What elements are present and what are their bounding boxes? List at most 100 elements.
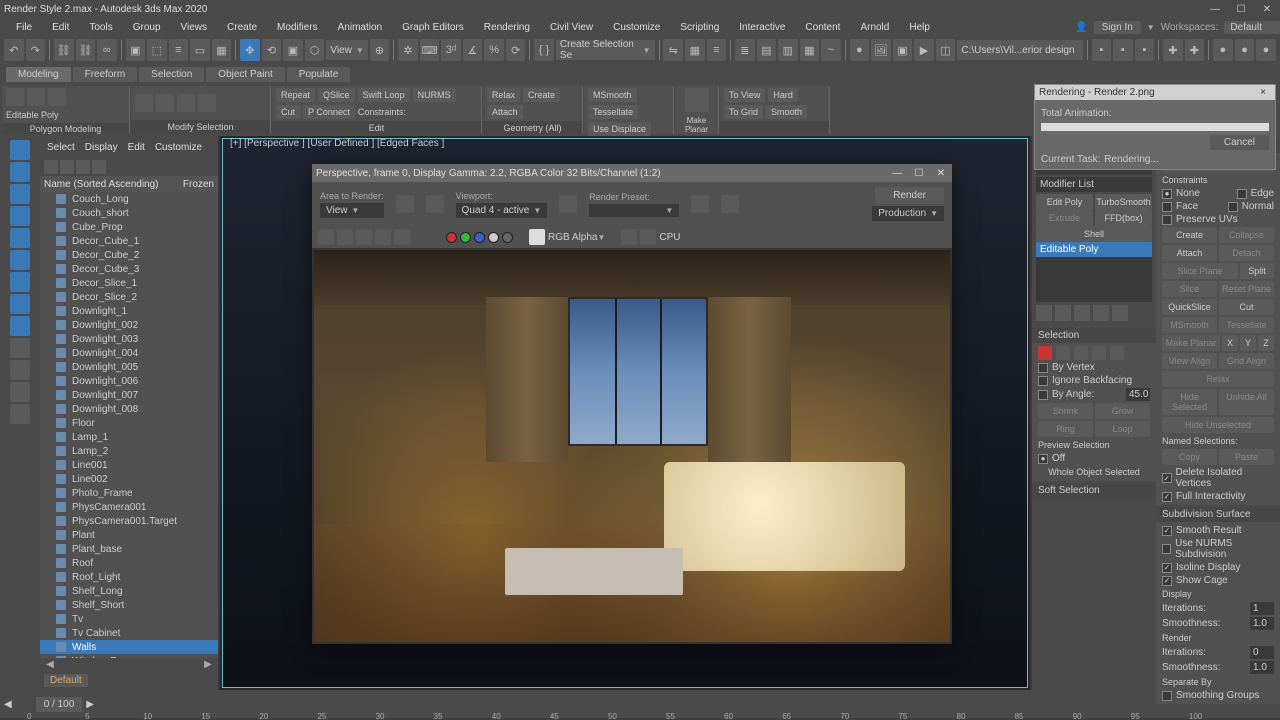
menu-tools[interactable]: Tools xyxy=(81,22,120,33)
menu-file[interactable]: File xyxy=(8,22,40,33)
se-filter-4[interactable] xyxy=(10,206,30,226)
render-button[interactable]: Render xyxy=(875,187,944,204)
quickslice-button[interactable]: QuickSlice xyxy=(1162,299,1217,315)
vertex-so-icon[interactable] xyxy=(1038,346,1052,360)
stack-pin-icon[interactable] xyxy=(1036,305,1052,321)
menu-civilview[interactable]: Civil View xyxy=(542,22,601,33)
shrink-button[interactable]: Shrink xyxy=(1038,403,1093,419)
softsel-rollout-hdr[interactable]: Soft Selection xyxy=(1038,485,1100,496)
scene-item[interactable]: Line001 xyxy=(40,458,218,472)
msmooth-button[interactable]: MSmooth xyxy=(1162,317,1217,333)
progress-cancel-button[interactable]: Cancel xyxy=(1210,135,1269,150)
se-filter-11[interactable] xyxy=(10,360,30,380)
scene-item[interactable]: Downlight_005 xyxy=(40,360,218,374)
align-button[interactable]: ≡ xyxy=(707,39,727,61)
c-face-radio[interactable] xyxy=(1162,202,1172,212)
max-button[interactable]: ☐ xyxy=(1232,4,1250,15)
menu-scripting[interactable]: Scripting xyxy=(672,22,727,33)
pct-snap-button[interactable]: % xyxy=(484,39,504,61)
menu-rendering[interactable]: Rendering xyxy=(476,22,538,33)
select-button[interactable]: ⬚ xyxy=(147,39,167,61)
scene-item[interactable]: Downlight_008 xyxy=(40,402,218,416)
loop-button[interactable]: Loop xyxy=(1095,421,1150,437)
se-filter-5[interactable] xyxy=(10,228,30,248)
angle-snap-button[interactable]: ∡ xyxy=(463,39,483,61)
tab-freeform[interactable]: Freeform xyxy=(73,67,138,82)
tab-populate[interactable]: Populate xyxy=(287,67,350,82)
spinner-snap-button[interactable]: ⟳ xyxy=(506,39,526,61)
scene-item[interactable]: Decor_Cube_1 xyxy=(40,234,218,248)
border-so-icon[interactable] xyxy=(1074,346,1088,360)
ribbon-tessellate[interactable]: Tessellate xyxy=(588,105,638,119)
preview-off-radio[interactable]: ● xyxy=(1038,454,1048,464)
menu-customize[interactable]: Customize xyxy=(605,22,668,33)
se-filter-13[interactable] xyxy=(10,404,30,424)
redo-button[interactable]: ↷ xyxy=(26,39,46,61)
render-mode-dropdown[interactable]: Production▼ xyxy=(872,206,944,221)
scene-item[interactable]: Cube_Prop xyxy=(40,220,218,234)
z-button[interactable]: Z xyxy=(1258,335,1274,351)
ribbon-qslice[interactable]: QSlice xyxy=(318,88,355,102)
renderwin-close-button[interactable]: ✕ xyxy=(934,168,948,179)
se-filter-12[interactable] xyxy=(10,382,30,402)
preset-env-icon[interactable] xyxy=(691,195,709,213)
scene-item[interactable]: Couch_short xyxy=(40,206,218,220)
se-filter-1[interactable] xyxy=(10,140,30,160)
stack-editable-poly[interactable]: Editable Poly xyxy=(1036,242,1152,257)
sceneexp-button[interactable]: ▥ xyxy=(778,39,798,61)
ribbon-create[interactable]: Create xyxy=(523,88,560,102)
viewport-dropdown[interactable]: Quad 4 - active▼ xyxy=(456,203,548,218)
schematic-button[interactable]: ▤ xyxy=(757,39,777,61)
se-filter-2[interactable] xyxy=(10,162,30,182)
grow-button[interactable]: Grow xyxy=(1095,403,1150,419)
subdiv-hdr[interactable]: Subdivision Surface xyxy=(1162,509,1250,520)
min-button[interactable]: — xyxy=(1206,4,1224,15)
move-button[interactable]: ✥ xyxy=(240,39,260,61)
modifier-list-dropdown[interactable]: Modifier List xyxy=(1036,177,1152,192)
scene-item[interactable]: Downlight_007 xyxy=(40,388,218,402)
msel-2-icon[interactable] xyxy=(156,94,174,112)
scale-button[interactable]: ▣ xyxy=(283,39,303,61)
scene-item[interactable]: Plant_base xyxy=(40,542,218,556)
pivot-button[interactable]: ⊕ xyxy=(370,39,390,61)
close-button[interactable]: ✕ xyxy=(1258,4,1276,15)
byvertex-checkbox[interactable] xyxy=(1038,363,1048,373)
smgrp-checkbox[interactable] xyxy=(1162,691,1172,701)
preserve-uv-checkbox[interactable] xyxy=(1162,215,1172,225)
kbd-button[interactable]: ⌨ xyxy=(420,39,440,61)
viewport[interactable]: [+] [Perspective ] [User Defined ] [Edge… xyxy=(220,136,1030,690)
c-normal-radio[interactable] xyxy=(1228,202,1238,212)
makeplanar-button[interactable]: Make Planar xyxy=(1162,335,1220,351)
ribbon-attach[interactable]: Attach xyxy=(487,105,523,119)
copy-button[interactable]: Copy xyxy=(1162,449,1217,465)
scene-item[interactable]: Decor_Slice_2 xyxy=(40,290,218,304)
se-filter-8[interactable] xyxy=(10,294,30,314)
byangle-value[interactable]: 45.0 xyxy=(1126,388,1150,401)
byangle-checkbox[interactable] xyxy=(1038,390,1048,400)
hidesel-button[interactable]: Hide Selected xyxy=(1162,389,1217,415)
scene-item[interactable]: Downlight_002 xyxy=(40,318,218,332)
ref-coord-dropdown[interactable]: View▼ xyxy=(326,40,367,60)
manip-button[interactable]: ✲ xyxy=(398,39,418,61)
ffd-button[interactable]: FFD(box) xyxy=(1095,210,1152,226)
menu-edit[interactable]: Edit xyxy=(44,22,77,33)
menu-arnold[interactable]: Arnold xyxy=(852,22,897,33)
signin-button[interactable]: Sign In xyxy=(1094,21,1141,34)
scene-item[interactable]: Downlight_004 xyxy=(40,346,218,360)
menu-interactive[interactable]: Interactive xyxy=(731,22,793,33)
scene-item[interactable]: Downlight_003 xyxy=(40,332,218,346)
menu-grapheditors[interactable]: Graph Editors xyxy=(394,22,472,33)
scene-eye-icon[interactable] xyxy=(76,160,90,174)
tessellate-button[interactable]: Tessellate xyxy=(1219,317,1274,333)
swatch-icon[interactable] xyxy=(529,229,545,245)
scene-item[interactable]: Downlight_006 xyxy=(40,374,218,388)
se-filter-7[interactable] xyxy=(10,272,30,292)
ribbon-nurms[interactable]: NURMS xyxy=(413,88,456,102)
tb-x6[interactable]: ● xyxy=(1213,39,1233,61)
render-setup-button[interactable]: 🖼 xyxy=(871,39,891,61)
output-path-field[interactable]: C:\Users\Vil...erior design xyxy=(957,40,1082,60)
scene-search-icon[interactable] xyxy=(44,160,58,174)
deleteiso-checkbox[interactable]: ✓ xyxy=(1162,473,1172,483)
channel-mono-button[interactable] xyxy=(502,232,513,243)
timeslider-left-icon[interactable]: ◀ xyxy=(0,699,16,710)
